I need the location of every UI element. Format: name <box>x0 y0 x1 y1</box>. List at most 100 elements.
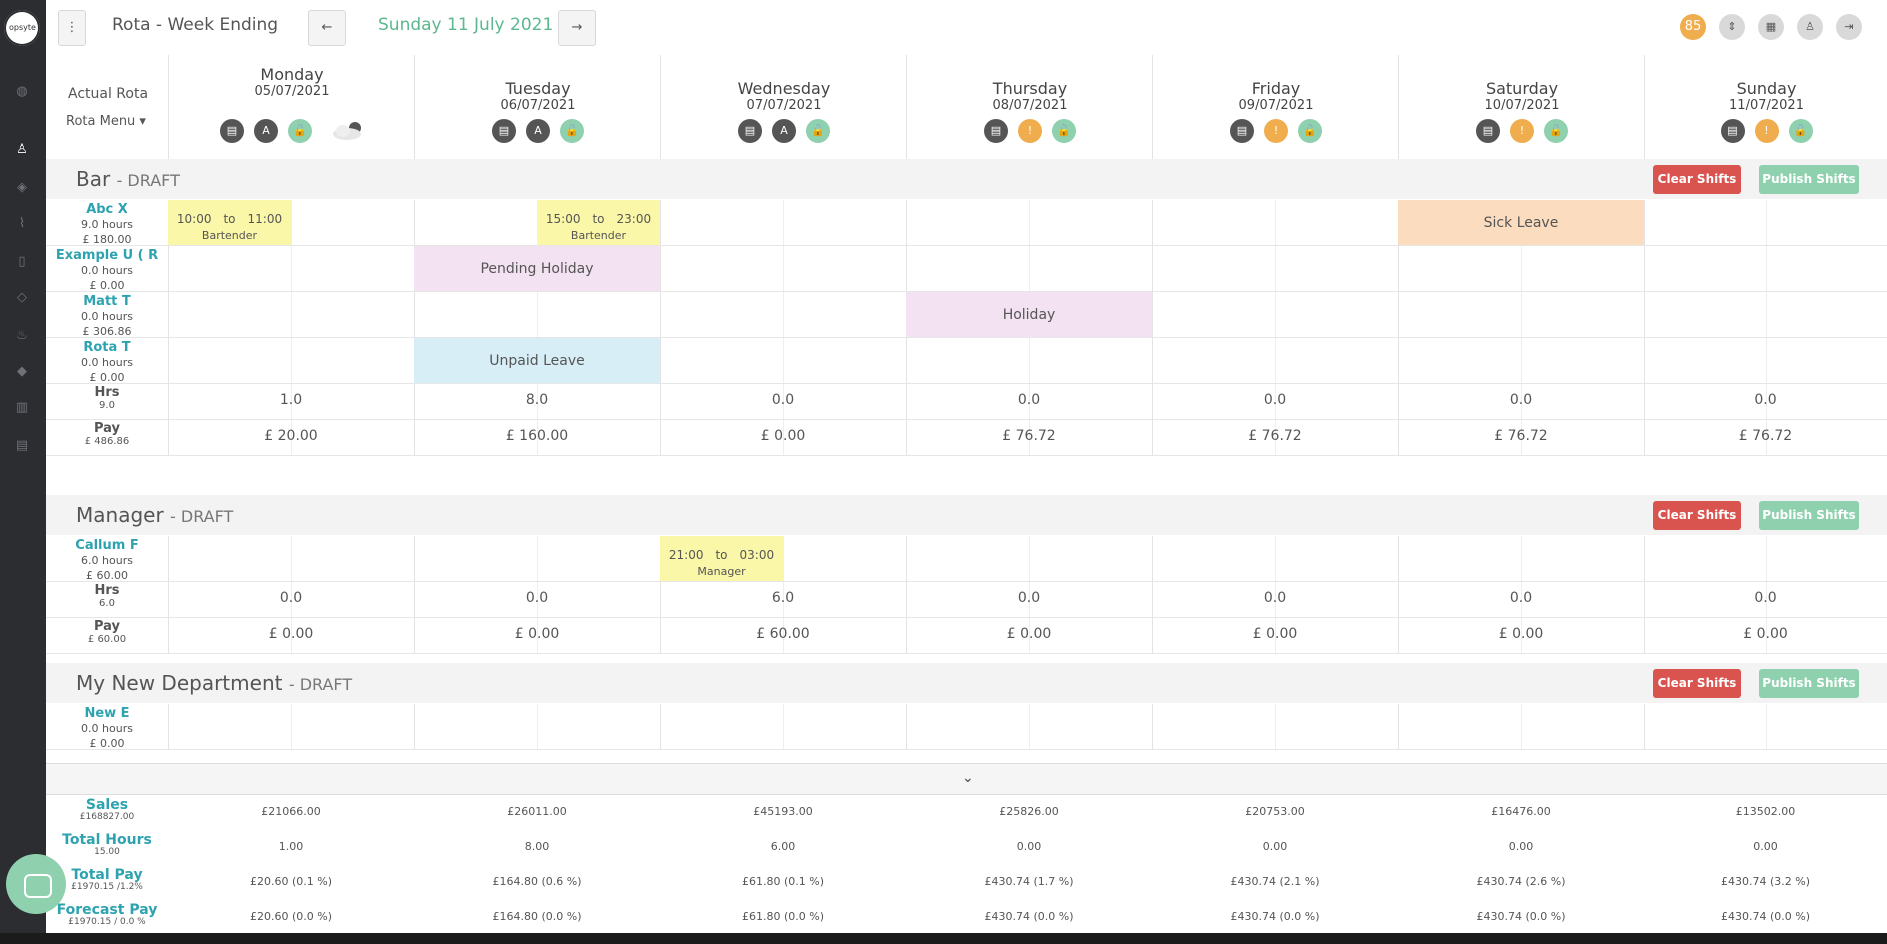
day-hours: 8.0 <box>525 392 549 408</box>
bar-chart-icon[interactable]: ▥ <box>14 400 30 416</box>
day-divider <box>1152 246 1153 291</box>
unlock-icon[interactable]: 🔓 <box>288 119 312 143</box>
employee-name[interactable]: Rota T <box>46 340 168 355</box>
shift-block[interactable]: 10:00 to 11:00 Bartender <box>168 200 291 245</box>
financial-day-value: £20753.00 <box>1245 805 1305 818</box>
employee-name[interactable]: Matt T <box>46 294 168 309</box>
book-icon[interactable]: ▯ <box>14 254 30 270</box>
user-icon[interactable]: ♙ <box>14 142 30 158</box>
leave-label: Sick Leave <box>1483 214 1559 231</box>
employee-name[interactable]: Abc X <box>46 202 168 217</box>
layers-icon[interactable]: ◈ <box>14 180 30 196</box>
half-divider <box>1765 704 1767 749</box>
half-divider <box>1029 536 1030 581</box>
next-week-button[interactable]: → <box>558 10 596 46</box>
unlock-icon[interactable]: 🔓 <box>806 119 830 143</box>
day-divider <box>1398 338 1399 383</box>
notes-icon[interactable]: ▤ <box>492 119 516 143</box>
shift-start: 15:00 <box>545 212 581 226</box>
notes-icon[interactable]: ▤ <box>738 119 762 143</box>
employee-cell: Rota T 0.0 hours £ 0.00 <box>46 338 168 384</box>
half-divider <box>537 704 538 749</box>
notes-icon[interactable]: ▤ <box>1476 119 1500 143</box>
employee-cell: Abc X 9.0 hours £ 180.00 <box>46 200 168 246</box>
employee-row: Callum F 6.0 hours £ 60.00 21:00 to 03:00 Mana… <box>46 536 1887 582</box>
day-hours: 0.0 <box>279 590 303 606</box>
sort-icon[interactable]: ⇕ <box>1719 14 1745 40</box>
shift-block[interactable]: 21:00 to 03:00 Manager <box>660 536 783 581</box>
collapse-bar[interactable]: ⌄ <box>46 763 1887 795</box>
employee-name[interactable]: Example U ( R <box>46 248 168 263</box>
employee-name[interactable]: New E <box>46 706 168 721</box>
day-hours: 0.0 <box>1509 392 1533 408</box>
day-date: 05/07/2021 <box>254 84 330 99</box>
department-status: - DRAFT <box>116 171 180 190</box>
half-divider <box>291 292 292 337</box>
previous-week-button[interactable]: ← <box>308 10 346 46</box>
profile-icon[interactable]: ♙ <box>1797 14 1823 40</box>
grid-view-icon[interactable]: ▦ <box>1758 14 1784 40</box>
notes-icon[interactable]: ▤ <box>1230 119 1254 143</box>
fire-icon[interactable]: ♨ <box>14 328 30 344</box>
unlock-icon[interactable]: 🔓 <box>1298 119 1322 143</box>
day-hours: 0.0 <box>1509 590 1533 606</box>
employee-hours: 0.0 hours <box>81 356 133 369</box>
unlock-icon[interactable]: 🔓 <box>1544 119 1568 143</box>
bar-chart-2-icon[interactable]: ▤ <box>14 438 30 454</box>
publish-shifts-button[interactable]: Publish Shifts <box>1759 165 1859 194</box>
clear-shifts-button[interactable]: Clear Shifts <box>1653 501 1741 530</box>
globe-icon[interactable]: ◍ <box>14 84 30 100</box>
employee-pay: £ 0.00 <box>89 737 125 750</box>
status-icon[interactable]: A <box>772 119 796 143</box>
day-hours: 0.0 <box>771 392 795 408</box>
financial-day-value: 0.00 <box>1753 840 1778 853</box>
unlock-icon[interactable]: 🔓 <box>1788 119 1813 143</box>
more-menu-button[interactable]: ⋮ <box>58 10 86 46</box>
leave-block[interactable]: Pending Holiday <box>414 246 660 291</box>
status-icon[interactable]: ! <box>1754 119 1779 143</box>
day-header-1: Tuesday 06/07/2021 ▤ A 🔓 <box>414 55 661 159</box>
status-icon[interactable]: ! <box>1018 119 1042 143</box>
status-icon[interactable]: A <box>254 119 278 143</box>
leave-block[interactable]: Sick Leave <box>1398 200 1644 245</box>
financial-day-value: 6.00 <box>770 840 796 853</box>
shift-to: to <box>223 212 236 226</box>
day-pay: £ 0.00 <box>760 428 806 444</box>
notifications-badge[interactable]: 85 <box>1680 14 1706 40</box>
chat-support-button[interactable] <box>6 854 66 914</box>
unlock-icon[interactable]: 🔓 <box>1052 119 1076 143</box>
day-icons: ▤! 🔓 <box>1645 119 1887 143</box>
rota-controls: Actual Rota Rota Menu ▾ <box>46 55 168 159</box>
day-date: 07/07/2021 <box>746 98 822 113</box>
rota-menu-dropdown[interactable]: Rota Menu ▾ <box>66 114 146 129</box>
day-divider <box>1644 704 1645 749</box>
status-icon[interactable]: ! <box>1264 119 1288 143</box>
tag-icon[interactable]: ◇ <box>14 290 30 306</box>
department-status: - DRAFT <box>288 675 353 694</box>
employee-name[interactable]: Callum F <box>46 538 168 553</box>
notes-icon[interactable]: ▤ <box>1720 119 1745 143</box>
notes-icon[interactable]: ▤ <box>984 119 1008 143</box>
status-icon[interactable]: ! <box>1510 119 1534 143</box>
leave-block[interactable]: Unpaid Leave <box>414 338 660 383</box>
unlock-icon[interactable]: 🔓 <box>560 119 584 143</box>
status-icon[interactable]: A <box>526 119 550 143</box>
publish-shifts-button[interactable]: Publish Shifts <box>1759 501 1859 530</box>
shift-block[interactable]: 15:00 to 23:00 Bartender <box>537 200 660 245</box>
publish-shifts-button[interactable]: Publish Shifts <box>1759 669 1859 698</box>
chart-line-icon[interactable]: ⌇ <box>14 216 30 232</box>
clear-shifts-button[interactable]: Clear Shifts <box>1653 669 1741 698</box>
half-divider <box>1275 200 1276 245</box>
leave-block[interactable]: Holiday <box>906 292 1152 337</box>
shift-end: 03:00 <box>739 548 775 562</box>
clear-shifts-button[interactable]: Clear Shifts <box>1653 165 1741 194</box>
department-header: My New Department - DRAFT Clear Shifts Pub… <box>46 663 1887 703</box>
logout-icon[interactable]: ⇥ <box>1836 14 1862 40</box>
day-divider <box>1152 536 1153 581</box>
opsyte-logo[interactable]: opsyte <box>4 10 40 46</box>
financial-day-value: £430.74 (2.1 %) <box>1230 875 1320 888</box>
diamond-icon[interactable]: ◆ <box>14 364 30 380</box>
financial-row: Total Hours 15.00 1.00 8.00 6.00 0.00 0.00 0.00… <box>46 830 1887 866</box>
notes-icon[interactable]: ▤ <box>220 119 244 143</box>
chevron-down-icon[interactable]: ⌄ <box>962 770 974 786</box>
